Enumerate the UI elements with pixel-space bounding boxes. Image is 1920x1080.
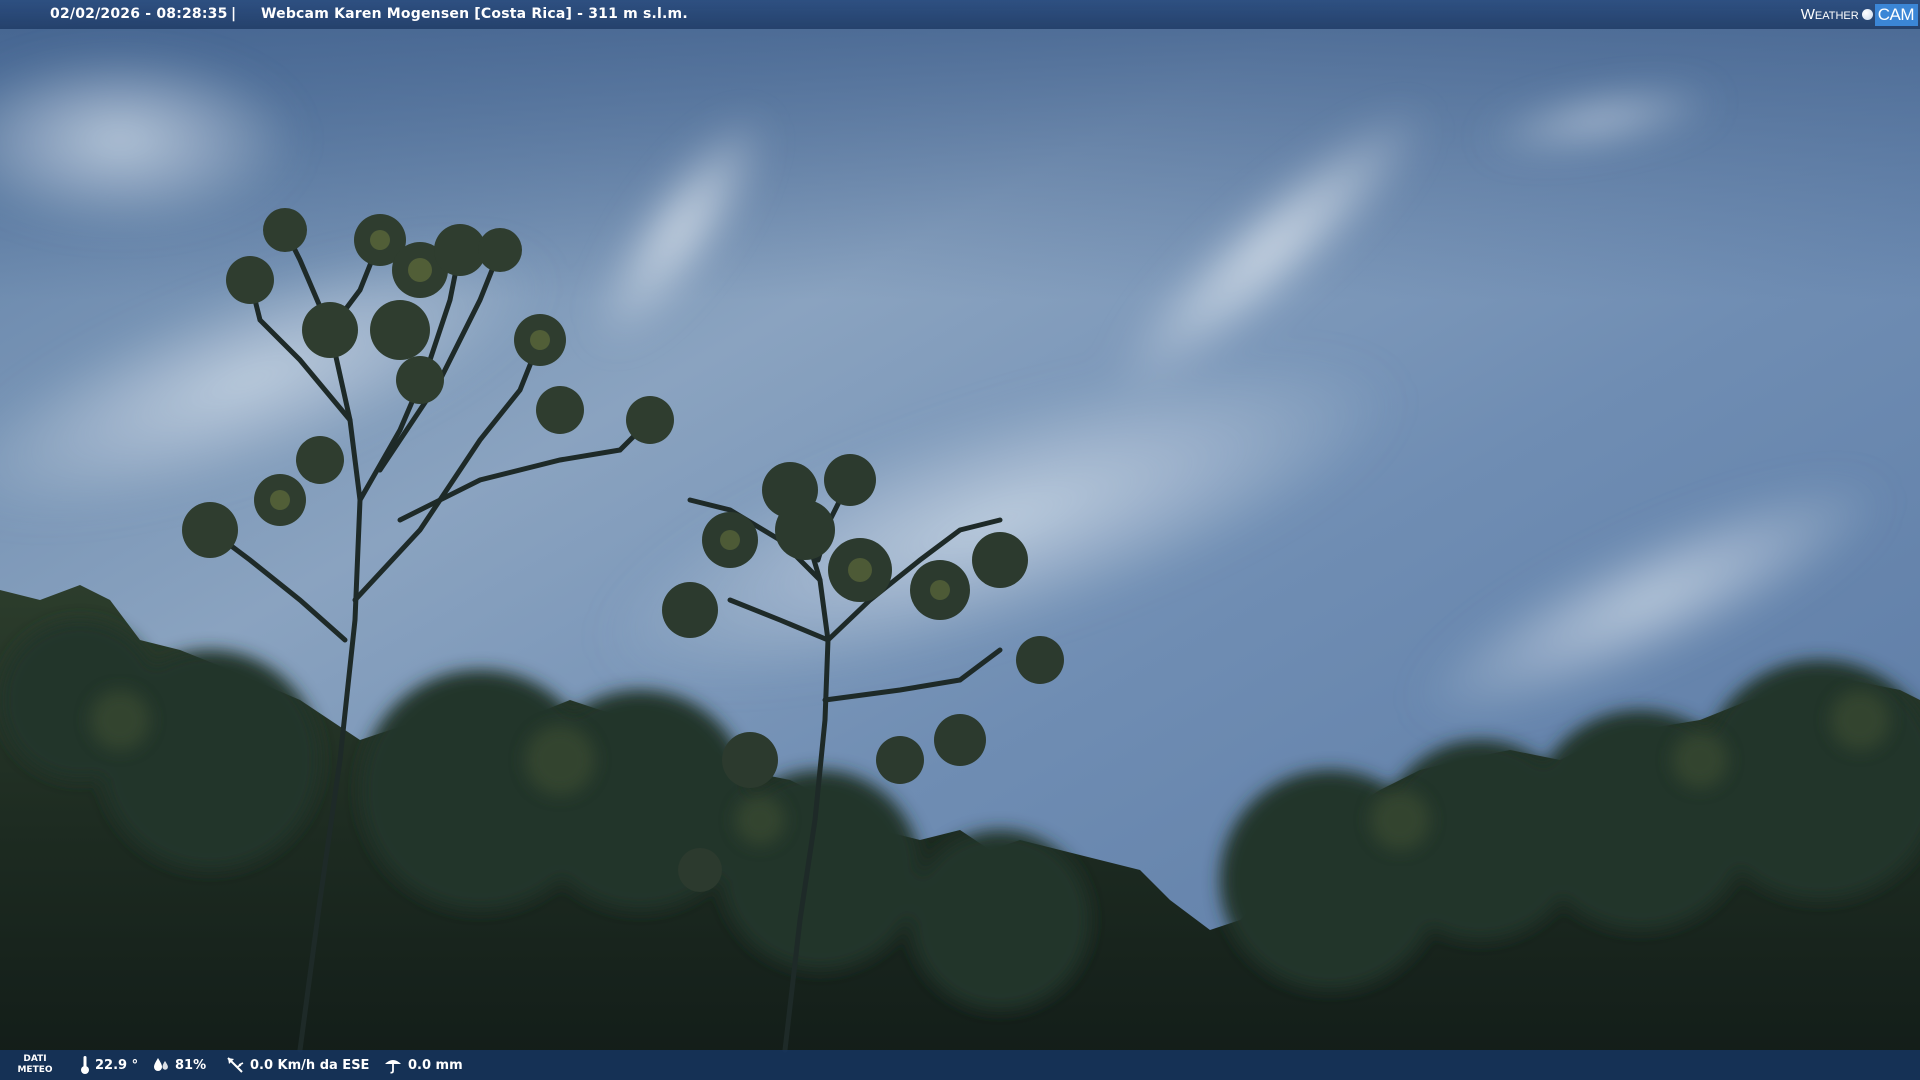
top-overlay-bar: 02/02/2026 - 08:28:35 | Webcam Karen Mog… [0,0,1920,29]
humidity-readout: 81% [152,1055,206,1075]
thermometer-icon [81,1056,89,1074]
temperature-readout: 22.9 ° [80,1055,138,1075]
meteo-label-line2: METEO [17,1065,53,1075]
humidity-value: 81% [175,1057,207,1073]
rain-value: 0.0 mm [408,1057,463,1073]
wind-readout: 0.0 Km/h da ESE [225,1055,369,1075]
logo-weather-text: Weather [1800,6,1859,23]
rain-readout: 0.0 mm [383,1055,463,1075]
wind-value: 0.0 Km/h da ESE [250,1057,370,1073]
humidity-drop-icon [154,1058,168,1071]
meteo-data-bar: DATI METEO 22.9 ° 81% 0.0 Km/h da ESE 0.… [0,1050,1920,1080]
meteo-label-line1: DATI [23,1054,47,1064]
webcam-frame: 02/02/2026 - 08:28:35 | Webcam Karen Mog… [0,0,1920,1080]
meteo-label: DATI METEO [14,1054,56,1076]
logo-dot [1861,9,1873,20]
webcam-title: Webcam Karen Mogensen [Costa Rica] - 311… [261,6,688,22]
wind-vane-icon [227,1057,244,1073]
temperature-value: 22.9 ° [95,1057,139,1073]
rain-gauge-icon [385,1060,401,1074]
weathercam-logo: Weather CAM [1801,3,1918,26]
timestamp: 02/02/2026 - 08:28:35 [50,6,228,22]
logo-cam-text: CAM [1874,3,1918,26]
title-separator: | [231,6,237,22]
webcam-image [0,0,1920,1080]
